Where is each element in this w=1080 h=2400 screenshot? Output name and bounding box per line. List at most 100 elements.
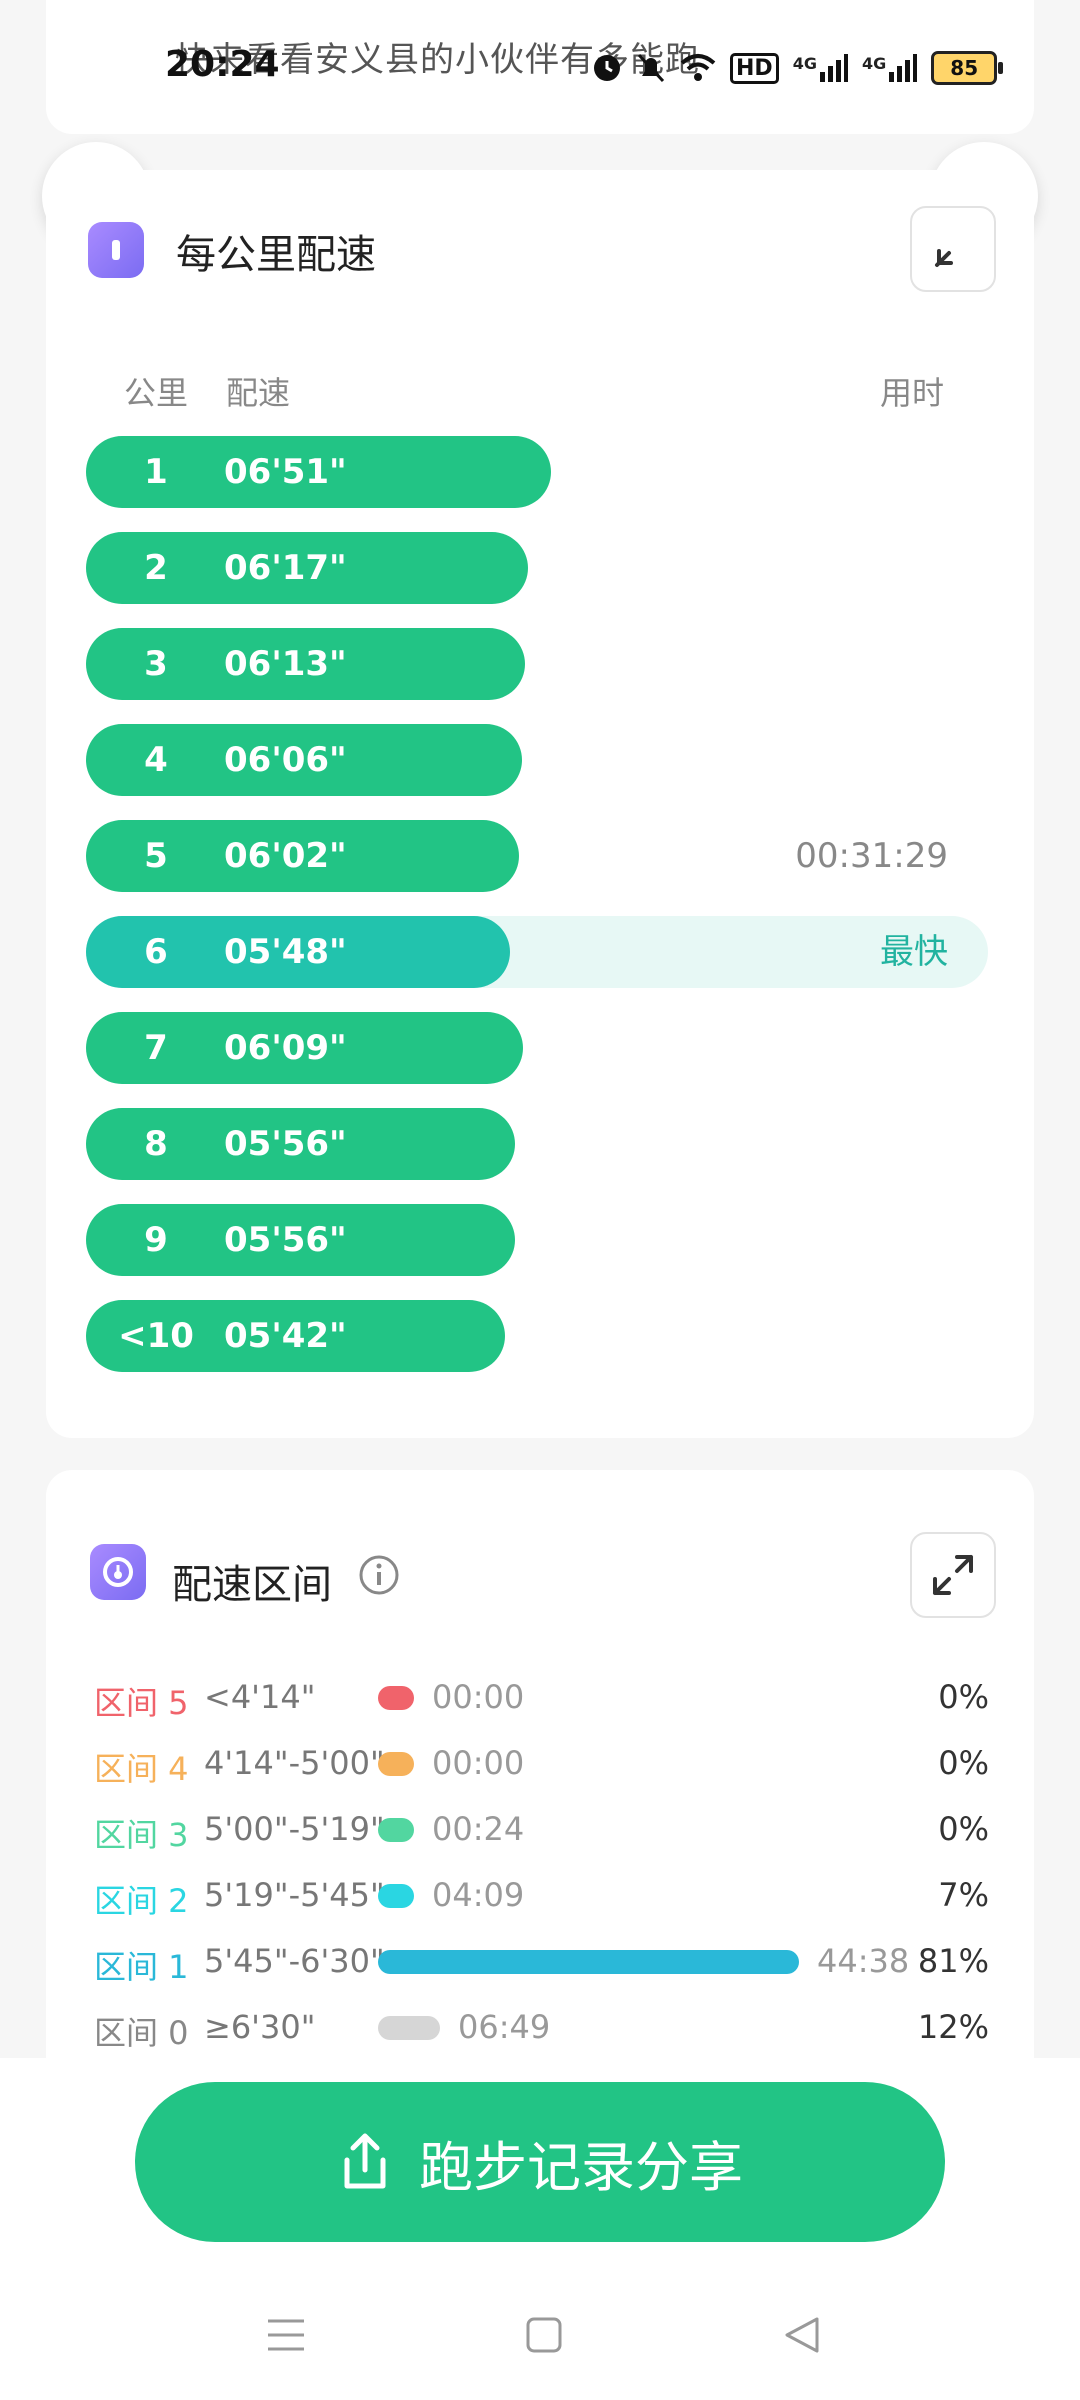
zone-range: 5'45"-6'30" — [204, 1942, 385, 1980]
nav-home-button[interactable] — [504, 2305, 584, 2365]
signal-bars-icon — [889, 54, 918, 82]
zone-range: 5'00"-5'19" — [204, 1810, 385, 1848]
pace-km: 9 — [144, 1220, 168, 1260]
pace-row: 8 05'56" — [86, 1108, 988, 1180]
zone-label: 区间 5 — [94, 1684, 189, 1722]
mute-bell-icon — [637, 53, 665, 83]
pace-km: <10 — [118, 1316, 194, 1356]
col-time-header: 用时 — [880, 374, 945, 412]
pace-card-title: 每公里配速 — [176, 232, 376, 278]
pace-row: 3 06'13" — [86, 628, 988, 700]
pace-row: 9 05'56" — [86, 1204, 988, 1276]
pace-value: 05'48" — [224, 932, 347, 972]
pace-row: 1 06'51" — [86, 436, 988, 508]
pace-time: 最快 — [880, 932, 948, 972]
zone-percent: 0% — [938, 1678, 989, 1716]
col-pace-header: 配速 — [226, 374, 291, 412]
zone-label: 区间 3 — [94, 1816, 189, 1854]
zone-percent: 81% — [917, 1942, 989, 1980]
zone-range: ≥6'30" — [204, 2008, 316, 2046]
info-button[interactable] — [358, 1554, 400, 1600]
zone-label: 区间 1 — [94, 1948, 189, 1986]
zone-label: 区间 0 — [94, 2014, 189, 2052]
nav-back-button[interactable] — [762, 2305, 842, 2365]
network-type-label: 4G — [861, 54, 887, 73]
pace-value: 06'51" — [224, 452, 347, 492]
zone-percent: 12% — [917, 2008, 989, 2046]
battery-indicator: 85 — [931, 51, 1004, 85]
signal-icon-1: 4G — [793, 54, 848, 82]
zone-card-title: 配速区间 — [172, 1562, 332, 1608]
home-square-icon — [526, 2317, 562, 2353]
alarm-icon — [594, 55, 620, 81]
zone-bar — [378, 1752, 414, 1776]
zone-row: 区间 0 ≥6'30" 06:49 12% — [94, 2002, 989, 2052]
zone-bar — [378, 1818, 414, 1842]
pace-card-icon — [88, 222, 144, 278]
signal-icon-2: 4G — [861, 54, 918, 82]
hd-icon: HD — [730, 52, 779, 84]
zone-row: 区间 4 4'14"-5'00" 00:00 0% — [94, 1738, 989, 1788]
share-run-label: 跑步记录分享 — [419, 2135, 743, 2199]
zone-time: 00:24 — [432, 1810, 525, 1848]
pace-km: 6 — [144, 932, 168, 972]
pace-km: 1 — [144, 452, 168, 492]
pace-km: 3 — [144, 644, 168, 684]
pace-time: 00:31:29 — [795, 836, 948, 876]
zone-time: 00:00 — [432, 1744, 525, 1782]
pace-value: 05'56" — [224, 1220, 347, 1260]
col-km-header: 公里 — [124, 374, 189, 412]
zone-range: <4'14" — [204, 1678, 316, 1716]
zone-percent: 0% — [938, 1744, 989, 1782]
zone-time: 44:38 — [817, 1942, 910, 1980]
zone-range: 5'19"-5'45" — [204, 1876, 385, 1914]
pace-value: 06'13" — [224, 644, 347, 684]
status-icons: HD 4G 4G 85 — [592, 44, 1004, 92]
pace-km: 5 — [144, 836, 168, 876]
pace-row: <10 05'42" — [86, 1300, 988, 1372]
pace-row: 6 05'48" 最快 — [86, 916, 988, 988]
pace-km: 4 — [144, 740, 168, 780]
nav-menu-button[interactable] — [246, 2305, 326, 2365]
pace-value: 06'06" — [224, 740, 347, 780]
collapse-icon — [935, 249, 953, 267]
back-triangle-icon — [785, 2317, 819, 2353]
status-time: 20:24 — [165, 44, 280, 85]
pace-km: 7 — [144, 1028, 168, 1068]
pace-row: 7 06'09" — [86, 1012, 988, 1084]
pace-value: 06'09" — [224, 1028, 347, 1068]
zone-bar — [378, 1950, 799, 1974]
zone-row: 区间 5 <4'14" 00:00 0% — [94, 1672, 989, 1722]
zone-time: 04:09 — [432, 1876, 525, 1914]
pace-km: 2 — [144, 548, 168, 588]
info-icon — [359, 1555, 399, 1595]
zone-label: 区间 2 — [94, 1882, 189, 1920]
wifi-icon — [680, 54, 716, 81]
zone-bar — [378, 2016, 440, 2040]
pace-collapse-button[interactable] — [910, 206, 996, 292]
zone-range: 4'14"-5'00" — [204, 1744, 385, 1782]
zone-time: 06:49 — [458, 2008, 551, 2046]
pace-value: 05'56" — [224, 1124, 347, 1164]
zone-label: 区间 4 — [94, 1750, 189, 1788]
zone-row: 区间 2 5'19"-5'45" 04:09 7% — [94, 1870, 989, 1920]
zone-bar — [378, 1884, 414, 1908]
pace-km: 8 — [144, 1124, 168, 1164]
zone-percent: 0% — [938, 1810, 989, 1848]
zone-bar — [378, 1686, 414, 1710]
pace-row: 2 06'17" — [86, 532, 988, 604]
pace-value: 05'42" — [224, 1316, 347, 1356]
expand-icon — [933, 1555, 973, 1595]
zone-expand-button[interactable] — [910, 1532, 996, 1618]
share-icon — [344, 2133, 386, 2189]
pace-value: 06'02" — [224, 836, 347, 876]
zone-percent: 7% — [938, 1876, 989, 1914]
zone-row: 区间 1 5'45"-6'30" 44:38 81% — [94, 1936, 989, 1986]
share-run-button[interactable]: 跑步记录分享 — [135, 2082, 945, 2242]
pace-value: 06'17" — [224, 548, 347, 588]
pace-row: 4 06'06" — [86, 724, 988, 796]
pace-row: 5 06'02" 00:31:29 — [86, 820, 988, 892]
zone-time: 00:00 — [432, 1678, 525, 1716]
network-type-label: 4G — [792, 54, 817, 73]
signal-bars-icon — [819, 54, 848, 82]
